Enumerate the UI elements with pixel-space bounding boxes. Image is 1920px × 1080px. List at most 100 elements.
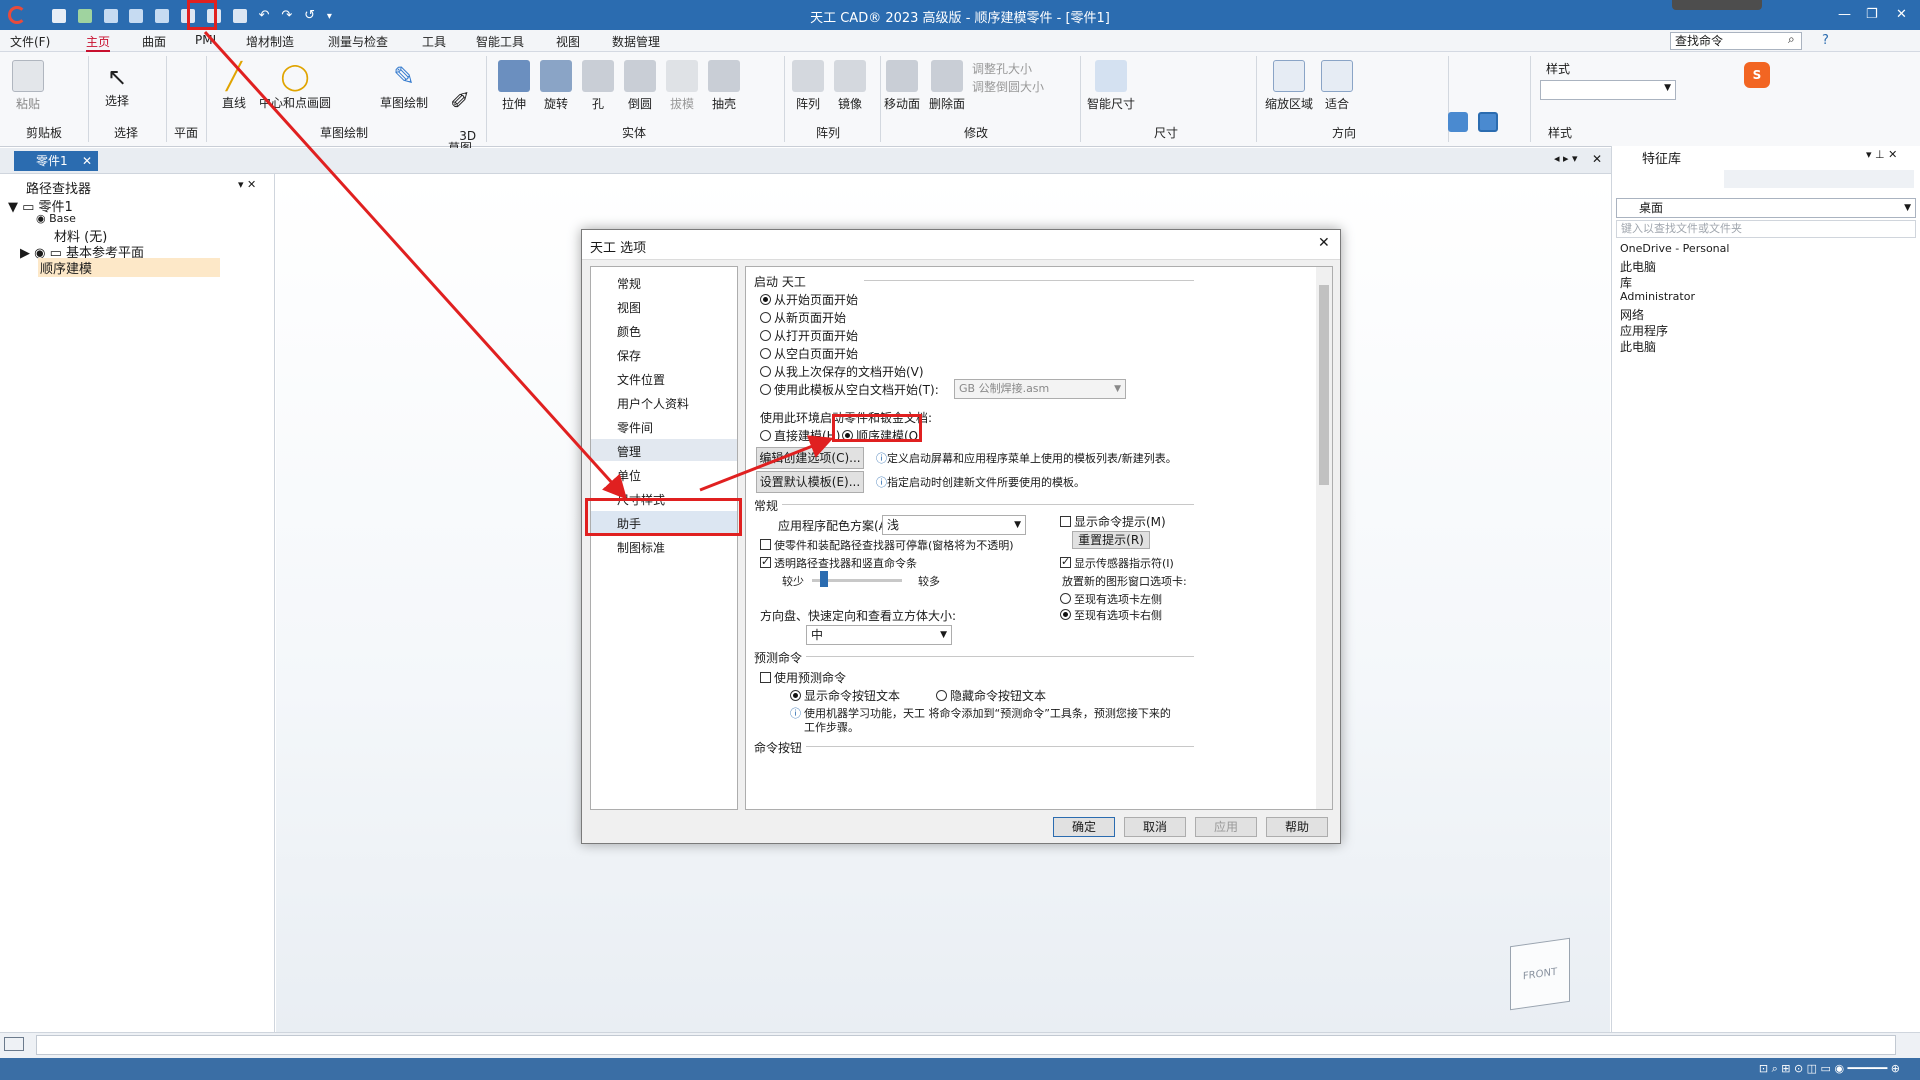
nav-item-drawing-standards[interactable]: 制图标准 [617,539,665,556]
close-tab-icon[interactable]: ✕ [82,151,92,171]
help-icon[interactable]: ? [1822,33,1829,48]
cancel-button[interactable]: 取消 [1124,817,1186,837]
show-sensor-indicator-checkbox[interactable]: 显示传感器指示符(I) [1060,555,1174,571]
tab-left-radio[interactable]: 至现有选项卡左侧 [1060,591,1162,607]
startup-option-last-document[interactable]: 从我上次保存的文档开始(V) [760,363,924,380]
paste-button[interactable]: 粘贴 [8,60,48,112]
smart-dimension-button[interactable]: 智能尺寸 [1084,60,1138,112]
repeat-icon[interactable]: ↺ [304,8,315,23]
pattern-button[interactable]: 阵列 [788,60,828,112]
list-item[interactable]: OneDrive - Personal [1620,242,1729,255]
redo-icon[interactable]: ↷ [281,8,292,23]
nav-item-units[interactable]: 单位 [617,467,641,484]
restore-button[interactable]: ❐ [1866,7,1878,22]
hole-button[interactable]: 孔 [578,60,618,112]
cube-size-select[interactable]: 中 ▼ [806,625,952,645]
edit-create-options-button[interactable]: 编辑创建选项(C)... [756,447,864,469]
ok-button[interactable]: 确定 [1053,817,1115,837]
search-icon[interactable]: ⌕ [1788,32,1795,47]
select-button[interactable]: ↖ 选择 [98,62,136,109]
panel-menu-icon[interactable]: ▾ ✕ [238,178,256,191]
view-controls[interactable]: ⊡ ⌕ ⊞ ⊙ ◫ ▭ ◉ ━━━━━━ ⊕ [1570,1062,1900,1076]
color-scheme-select[interactable]: 浅 ▼ [882,515,1026,535]
nav-item-save[interactable]: 保存 [617,347,641,364]
input-method-icon[interactable]: S [1744,62,1770,88]
style-select[interactable]: ▼ [1540,80,1676,100]
sketch-button[interactable]: ✎ 草图绘制 [374,60,434,111]
startup-option-blank-page[interactable]: 从空白页面开始 [760,345,858,362]
file-menu[interactable]: 文件(F) [10,33,50,50]
startup-option-template[interactable]: 使用此模板从空白文档开始(T): [760,381,939,398]
thin-wall-button[interactable]: 抽壳 [704,60,744,112]
dockable-pathfinder-checkbox[interactable]: 使零件和装配路径查找器可停靠(窗格将为不透明) [760,537,1014,553]
extrude-button[interactable]: 拉伸 [494,60,534,112]
startup-option-new-page[interactable]: 从新页面开始 [760,309,846,326]
nav-item-user-profile[interactable]: 用户个人资料 [617,395,689,412]
file-search-input[interactable]: 键入以查找文件或文件夹 [1616,220,1916,238]
move-face-button[interactable]: 移动面 [882,60,922,112]
tab-tools[interactable]: 工具 [422,33,446,50]
shaded-view-icon[interactable] [1448,112,1468,132]
round-button[interactable]: 倒圆 [620,60,660,112]
tab-nav-arrows-icon[interactable]: ◂ ▸ ▾ [1554,152,1578,165]
use-predictive-commands-checkbox[interactable]: 使用预测命令 [760,669,846,686]
list-item[interactable]: Administrator [1620,290,1695,303]
revolve-button[interactable]: 旋转 [536,60,576,112]
open-file-icon[interactable] [77,8,92,23]
reset-hints-button[interactable]: 重置提示(R) [1072,531,1150,549]
keyboard-icon[interactable] [4,1037,24,1051]
close-document-icon[interactable]: ✕ [1592,152,1602,166]
fit-button[interactable]: 适合 [1318,60,1356,112]
adjust-hole-size-button[interactable]: 调整孔大小 [972,60,1032,77]
close-button[interactable]: ✕ [1896,7,1907,22]
nav-item-inter-part[interactable]: 零件间 [617,419,653,436]
show-button-text-radio[interactable]: 显示命令按钮文本 [790,687,900,704]
list-item[interactable]: 网络 [1620,306,1644,323]
transparency-slider-thumb[interactable] [820,571,828,587]
new-file-icon[interactable] [52,8,66,23]
scrollbar-thumb[interactable] [1319,285,1329,485]
zoom-area-button[interactable]: 缩放区域 [1262,60,1316,112]
tab-view[interactable]: 视图 [556,33,580,50]
line-button[interactable]: ╱ 直线 [214,60,254,111]
dialog-close-icon[interactable]: ✕ [1318,235,1330,251]
tab-pmi[interactable]: PMI [195,33,216,47]
nav-item-file-locations[interactable]: 文件位置 [617,371,665,388]
set-default-template-button[interactable]: 设置默认模板(E)... [756,471,864,493]
document-tab[interactable]: 零件1 ✕ [14,151,98,171]
feature-library-toolbar[interactable] [1724,170,1914,188]
print-icon[interactable] [155,8,170,23]
show-command-hint-checkbox[interactable]: 显示命令提示(M) [1060,513,1166,530]
nav-item-colors[interactable]: 颜色 [617,323,641,340]
tab-smart-tools[interactable]: 智能工具 [476,33,524,50]
hide-button-text-radio[interactable]: 隐藏命令按钮文本 [936,687,1046,704]
document-icon[interactable] [232,8,247,23]
tab-data-management[interactable]: 数据管理 [612,33,660,50]
startup-option-start-page[interactable]: 从开始页面开始 [760,291,858,308]
list-item[interactable]: 库 [1620,274,1632,291]
tab-additive[interactable]: 增材制造 [246,33,294,50]
mirror-button[interactable]: 镜像 [830,60,870,112]
command-input[interactable] [36,1035,1896,1055]
view-cube[interactable]: FRONT [1510,937,1570,1011]
save-as-icon[interactable] [129,8,144,23]
list-item[interactable]: 此电脑 [1620,258,1656,275]
startup-option-open-page[interactable]: 从打开页面开始 [760,327,858,344]
location-select[interactable]: 桌面 ▼ [1616,198,1916,218]
customize-qat-icon[interactable]: ▾ [327,11,332,22]
help-button[interactable]: 帮助 [1266,817,1328,837]
nav-item-general[interactable]: 常规 [617,275,641,292]
nav-item-admin[interactable]: 管理 [617,443,641,460]
tree-item-base[interactable]: ◉ Base [36,212,76,225]
content-scrollbar[interactable] [1316,267,1332,809]
template-select[interactable]: GB 公制焊接.asm ▼ [954,379,1126,399]
tab-surface[interactable]: 曲面 [142,33,166,50]
tree-item-ordered-modeling[interactable]: 顺序建模 [38,258,220,277]
tab-home[interactable]: 主页 [86,33,111,52]
minimize-button[interactable]: — [1838,7,1851,22]
delete-face-button[interactable]: 删除面 [926,60,968,112]
transparent-pathfinder-checkbox[interactable]: 透明路径查找器和竖直命令条 [760,555,917,571]
command-search-input[interactable]: 查找命令 [1670,32,1802,50]
nav-item-view[interactable]: 视图 [617,299,641,316]
save-icon[interactable] [103,8,118,23]
